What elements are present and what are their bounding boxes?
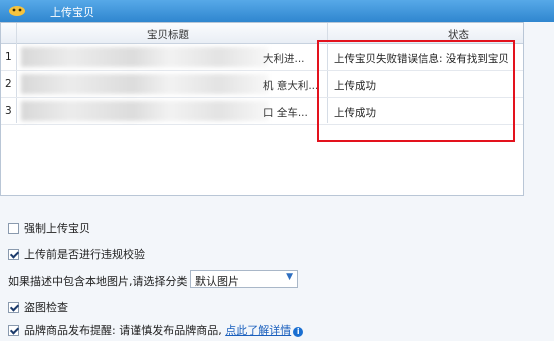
force-upload-label: 强制上传宝贝 (24, 222, 90, 235)
blurred-title (21, 74, 269, 94)
force-upload-checkbox[interactable] (8, 223, 19, 234)
status-highlight-box (317, 40, 515, 142)
row-number: 2 (5, 78, 12, 90)
blurred-title (21, 47, 269, 67)
learn-more-link[interactable]: 点此了解详情 (225, 324, 291, 337)
window-titlebar: 上传宝贝 (0, 0, 554, 22)
row-title: 大利进... (263, 53, 305, 65)
app-logo-icon (9, 6, 25, 16)
column-header-title[interactable]: 宝贝标题 (147, 27, 189, 42)
image-theft-option[interactable]: 盗图检查 (8, 299, 68, 315)
row-number: 1 (5, 51, 12, 63)
brand-reminder-label: 品牌商品发布提醒: 请谨慎发布品牌商品, (24, 324, 222, 337)
chevron-down-icon: ▼ (286, 272, 293, 282)
info-icon[interactable]: i (293, 327, 304, 337)
blurred-title (21, 101, 269, 121)
image-category-label: 如果描述中包含本地图片,请选择分类 (8, 275, 188, 288)
brand-reminder-checkbox[interactable] (8, 325, 19, 336)
image-theft-checkbox[interactable] (8, 302, 19, 313)
force-upload-option[interactable]: 强制上传宝贝 (8, 220, 90, 236)
violation-check-option[interactable]: 上传前是否进行违规校验 (8, 246, 145, 262)
image-category-select[interactable]: 默认图片 ▼ (190, 270, 298, 288)
image-theft-label: 盗图检查 (24, 301, 68, 314)
violation-check-label: 上传前是否进行违规校验 (24, 248, 145, 261)
brand-reminder-option[interactable]: 品牌商品发布提醒: 请谨慎发布品牌商品, 点此了解详情 i (8, 322, 304, 338)
violation-check-checkbox[interactable] (8, 249, 19, 260)
row-number: 3 (5, 105, 12, 117)
window-title: 上传宝贝 (50, 6, 94, 19)
row-title: 机 意大利... (263, 80, 319, 92)
image-category-value: 默认图片 (195, 275, 239, 288)
row-title: 口 全车... (263, 107, 308, 119)
